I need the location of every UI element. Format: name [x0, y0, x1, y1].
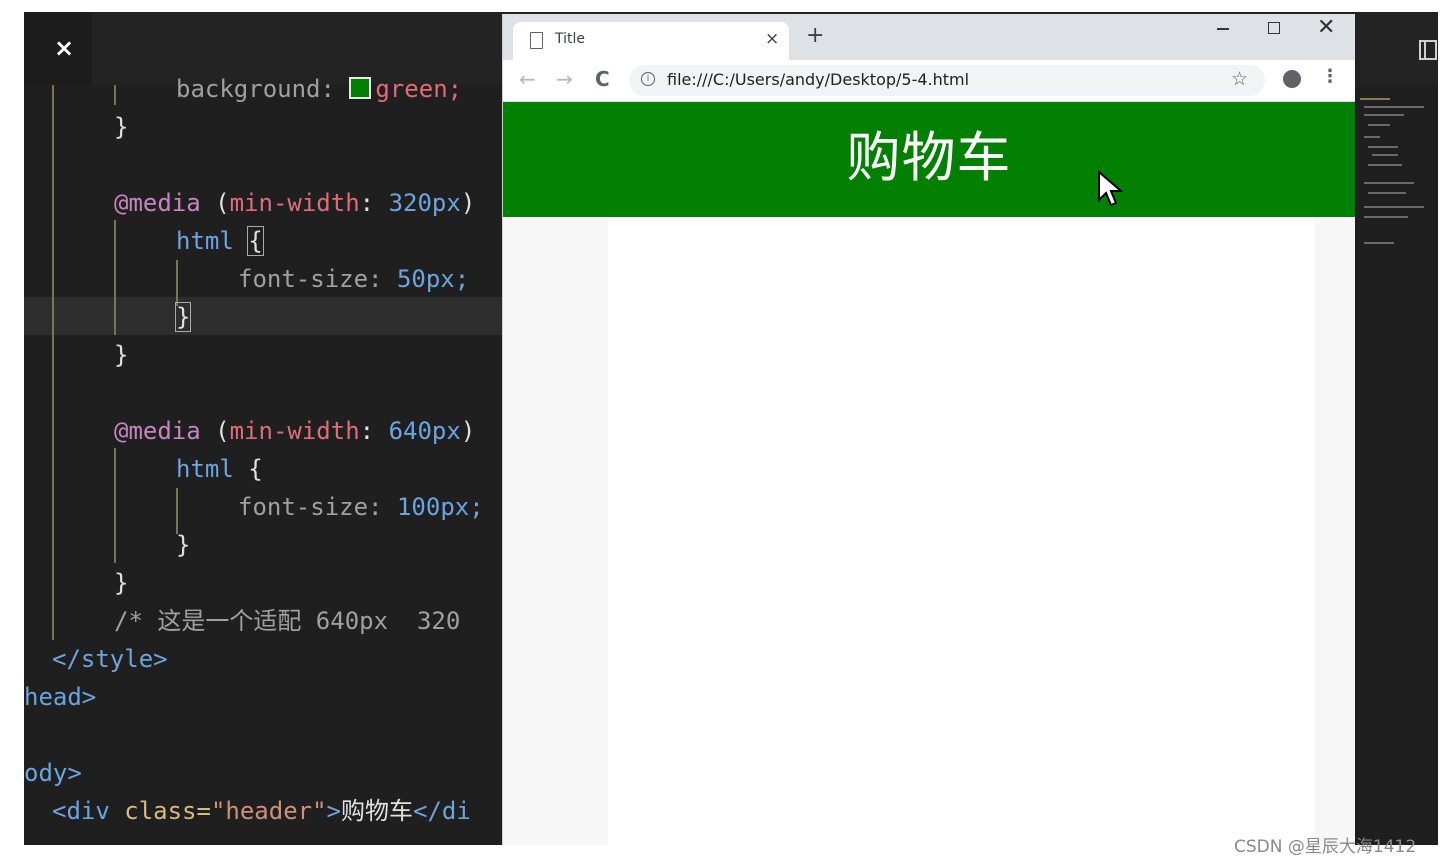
indent-guide — [114, 448, 116, 563]
code-line-5[interactable]: font-size: 50px; — [238, 264, 469, 294]
tab-strip: Title × + ✕ — [503, 14, 1355, 60]
page-icon — [530, 32, 543, 49]
window-close-icon[interactable]: ✕ — [1317, 15, 1335, 40]
tab-label: Title — [555, 31, 586, 47]
indent-guide — [52, 85, 54, 640]
code-line-2[interactable]: } — [114, 112, 128, 142]
reload-icon[interactable]: C — [595, 67, 610, 91]
maximize-icon[interactable] — [1268, 22, 1280, 34]
mouse-cursor-icon — [1098, 170, 1123, 207]
url-text[interactable]: file:///C:/Users/andy/Desktop/5-4.html — [667, 70, 969, 89]
code-line-14[interactable]: </style> — [52, 644, 168, 674]
current-line-highlight — [24, 297, 504, 335]
indent-guide — [114, 220, 116, 335]
code-line-1[interactable]: background: green; — [176, 74, 462, 104]
menu-dots-icon[interactable]: ⋮ — [1321, 67, 1339, 87]
code-line-4[interactable]: html { — [176, 226, 264, 256]
code-line-6[interactable]: } — [174, 302, 192, 332]
header-banner: 购物车 — [503, 102, 1355, 217]
editor-minimap[interactable] — [1354, 84, 1438, 284]
bookmark-star-icon[interactable]: ☆ — [1231, 68, 1248, 90]
back-arrow-icon[interactable]: ← — [519, 67, 536, 91]
indent-guide — [176, 260, 178, 306]
code-line-13-comment[interactable]: /* 这是一个适配 640px 320 — [114, 606, 460, 636]
code-line-16[interactable]: ody> — [24, 758, 82, 788]
tab-title[interactable]: Title × — [513, 22, 789, 60]
tab-close-icon[interactable]: × — [765, 29, 779, 49]
info-icon[interactable]: i — [641, 72, 655, 86]
new-tab-button[interactable]: + — [806, 25, 824, 47]
indent-guide — [176, 488, 178, 534]
code-line-12[interactable]: } — [114, 568, 128, 598]
split-panel-icon[interactable] — [1419, 40, 1437, 60]
close-icon[interactable]: × — [54, 36, 74, 60]
page-viewport[interactable]: 购物车 — [503, 102, 1355, 845]
code-line-17[interactable]: <div class="header">购物车</di — [52, 796, 471, 826]
color-swatch[interactable] — [349, 77, 372, 99]
indent-guide — [114, 85, 116, 105]
browser-window[interactable]: Title × + ✕ ← → C i file:///C:/Users/and… — [502, 14, 1355, 845]
code-line-15[interactable]: head> — [24, 682, 96, 712]
code-line-9[interactable]: html { — [176, 454, 263, 484]
address-bar[interactable]: i file:///C:/Users/andy/Desktop/5-4.html… — [629, 65, 1265, 96]
csdn-watermark: CSDN @星辰大海1412 — [1234, 837, 1417, 857]
forward-arrow-icon[interactable]: → — [556, 67, 573, 91]
code-line-11[interactable]: } — [176, 530, 190, 560]
browser-toolbar: ← → C i file:///C:/Users/andy/Desktop/5-… — [503, 60, 1355, 102]
code-line-8[interactable]: @media (min-width: 640px) — [114, 416, 475, 446]
account-icon[interactable] — [1283, 70, 1301, 88]
header-title: 购物车 — [846, 126, 1012, 189]
screenshot-stage: × background: green; } @media (min-width… — [0, 0, 1447, 863]
minimize-icon[interactable] — [1217, 28, 1229, 30]
code-line-7[interactable]: } — [114, 340, 128, 370]
code-line-3[interactable]: @media (min-width: 320px) — [114, 188, 475, 218]
code-line-10[interactable]: font-size: 100px; — [238, 492, 484, 522]
